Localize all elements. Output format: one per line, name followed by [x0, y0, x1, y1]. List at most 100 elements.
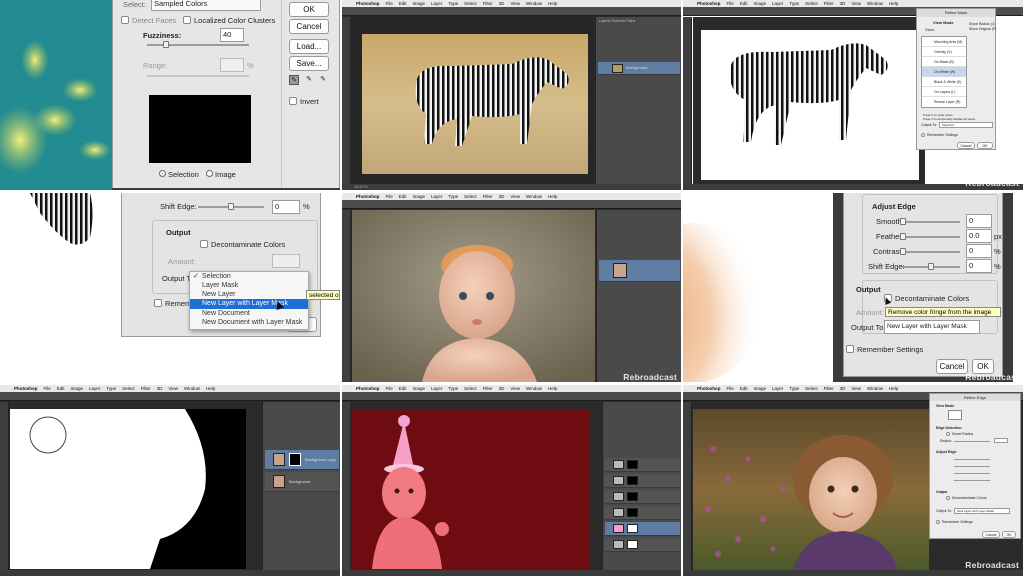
view-mode-list[interactable]: Marching Ants (M) Overlay (V) On Black (… [921, 36, 967, 108]
shift-edge-input[interactable]: 0 [272, 200, 300, 214]
eyedropper-plus-icon[interactable]: ✎ [304, 75, 314, 85]
eyedropper-minus-icon[interactable]: ✎ [318, 75, 328, 85]
shift-edge-thumb[interactable] [928, 263, 934, 270]
menu-window[interactable]: Window [867, 0, 883, 7]
output-to-menu[interactable]: ✓ Selection Layer Mask New Layer New Laye… [189, 271, 309, 330]
smart-radius-checkbox[interactable] [946, 432, 950, 436]
tile-output-menu[interactable]: Shift Edge: 0 % Output Decontaminate Col… [0, 193, 340, 382]
remember-checkbox[interactable] [936, 520, 940, 524]
tile-zebra-photoshop[interactable]: Photoshop File Edit Image Layer Type Sel… [342, 0, 681, 190]
menu-edit[interactable]: Edit [740, 385, 748, 392]
save-button[interactable]: Save... [289, 56, 329, 71]
menu-filter[interactable]: Filter [483, 0, 493, 7]
menu-layer[interactable]: Layer [772, 385, 783, 392]
output-to-select[interactable]: New Layer with Layer Mask [954, 508, 1010, 514]
shift-edge-input[interactable]: 0 [966, 259, 992, 273]
tile-layer-mask[interactable]: Photoshop File Edit Image Layer Type Sel… [0, 385, 340, 576]
radius-slider[interactable] [954, 441, 990, 442]
menu-3d[interactable]: 3D [840, 0, 846, 7]
menu-filter[interactable]: Filter [483, 385, 493, 392]
feather-thumb[interactable] [900, 233, 906, 240]
fuzziness-slider-thumb[interactable] [163, 41, 169, 48]
menu-select[interactable]: Select [464, 385, 477, 392]
contrast-slider[interactable] [902, 251, 960, 253]
layer-row-background[interactable]: Background [265, 472, 339, 492]
menu-photoshop[interactable]: Photoshop [356, 193, 380, 200]
menu-window[interactable]: Window [867, 385, 883, 392]
menu-view[interactable]: View [851, 385, 861, 392]
document-canvas[interactable] [352, 409, 590, 569]
decontaminate-checkbox[interactable] [946, 496, 950, 500]
menu-view[interactable]: View [510, 0, 520, 7]
view-option[interactable]: Marching Ants (M) [922, 37, 966, 47]
menu-filter[interactable]: Filter [824, 385, 834, 392]
view-option[interactable]: On Black (B) [922, 57, 966, 67]
menu-select[interactable]: Select [805, 385, 818, 392]
menu-layer[interactable]: Layer [431, 0, 442, 7]
view-option-selected[interactable]: On White (W) [922, 67, 966, 77]
menu-photoshop[interactable]: Photoshop [697, 0, 721, 7]
menu-help[interactable]: Help [206, 385, 215, 392]
feather-slider[interactable] [902, 236, 960, 238]
menu-image[interactable]: Image [754, 0, 767, 7]
menu-window[interactable]: Window [526, 193, 542, 200]
document-canvas[interactable] [352, 210, 595, 382]
menu-item-selection[interactable]: ✓ Selection [190, 272, 308, 281]
layers-panel[interactable]: Background copy Background [262, 402, 340, 570]
layer-row[interactable] [605, 458, 680, 472]
menu-layer[interactable]: Layer [89, 385, 100, 392]
layers-panel[interactable]: Layers Channels Paths Background [595, 17, 681, 185]
tools-panel[interactable] [683, 17, 692, 185]
menu-layer[interactable]: Layer [431, 193, 442, 200]
cancel-button[interactable]: Cancel [289, 19, 329, 34]
menu-layer[interactable]: Layer [431, 385, 442, 392]
menu-help[interactable]: Help [889, 385, 898, 392]
menu-3d[interactable]: 3D [157, 385, 163, 392]
load-button[interactable]: Load... [289, 39, 329, 54]
document-canvas[interactable] [10, 409, 246, 569]
layer-row[interactable] [599, 260, 680, 282]
tools-panel[interactable] [683, 402, 692, 570]
tile-girl-refine-edge[interactable]: Photoshop File Edit Image Layer Type Sel… [683, 385, 1023, 576]
contrast-input[interactable]: 0 [966, 244, 992, 258]
menu-3d[interactable]: 3D [840, 385, 846, 392]
menu-item-new-layer[interactable]: New Layer [190, 290, 308, 299]
menu-layer[interactable]: Layer [772, 0, 783, 7]
output-to-select[interactable]: Selection [939, 122, 993, 128]
menu-photoshop[interactable]: Photoshop [356, 0, 380, 7]
tile-color-range[interactable]: Select: Sampled Colors Detect Faces Loca… [0, 0, 340, 190]
view-option[interactable]: Black & White (K) [922, 77, 966, 87]
decontaminate-checkbox[interactable] [200, 240, 208, 248]
menu-3d[interactable]: 3D [499, 193, 505, 200]
menu-item-layer-mask[interactable]: Layer Mask [190, 281, 308, 290]
smooth-input[interactable]: 0 [966, 214, 992, 228]
menu-window[interactable]: Window [184, 385, 200, 392]
tools-panel[interactable] [342, 402, 351, 570]
menu-help[interactable]: Help [548, 193, 557, 200]
view-option[interactable]: On Layers (L) [922, 87, 966, 97]
amount-input[interactable] [272, 254, 300, 268]
detect-faces-checkbox[interactable] [121, 16, 129, 24]
tools-panel[interactable] [0, 402, 9, 570]
remember-checkbox[interactable] [921, 133, 925, 137]
fuzziness-input[interactable]: 40 [220, 28, 244, 42]
menu-3d[interactable]: 3D [499, 385, 505, 392]
layer-row[interactable] [605, 474, 680, 488]
menu-type[interactable]: Type [448, 0, 458, 7]
menu-view[interactable]: View [510, 385, 520, 392]
remember-checkbox[interactable] [846, 345, 854, 353]
layer-row[interactable] [605, 538, 680, 552]
layer-row-background-copy[interactable]: Background copy [265, 450, 339, 470]
document-canvas[interactable] [693, 409, 929, 571]
menu-help[interactable]: Help [889, 0, 898, 7]
menu-edit[interactable]: Edit [57, 385, 65, 392]
menu-image[interactable]: Image [754, 385, 767, 392]
menu-file[interactable]: File [386, 0, 393, 7]
range-input[interactable] [220, 58, 244, 72]
layer-row-selected[interactable] [605, 522, 680, 536]
view-thumbnail[interactable] [948, 410, 962, 420]
layers-panel[interactable] [596, 210, 681, 382]
menu-view[interactable]: View [168, 385, 178, 392]
menu-item-new-document-with-mask[interactable]: New Document with Layer Mask [190, 318, 308, 327]
invert-checkbox[interactable] [289, 97, 297, 105]
